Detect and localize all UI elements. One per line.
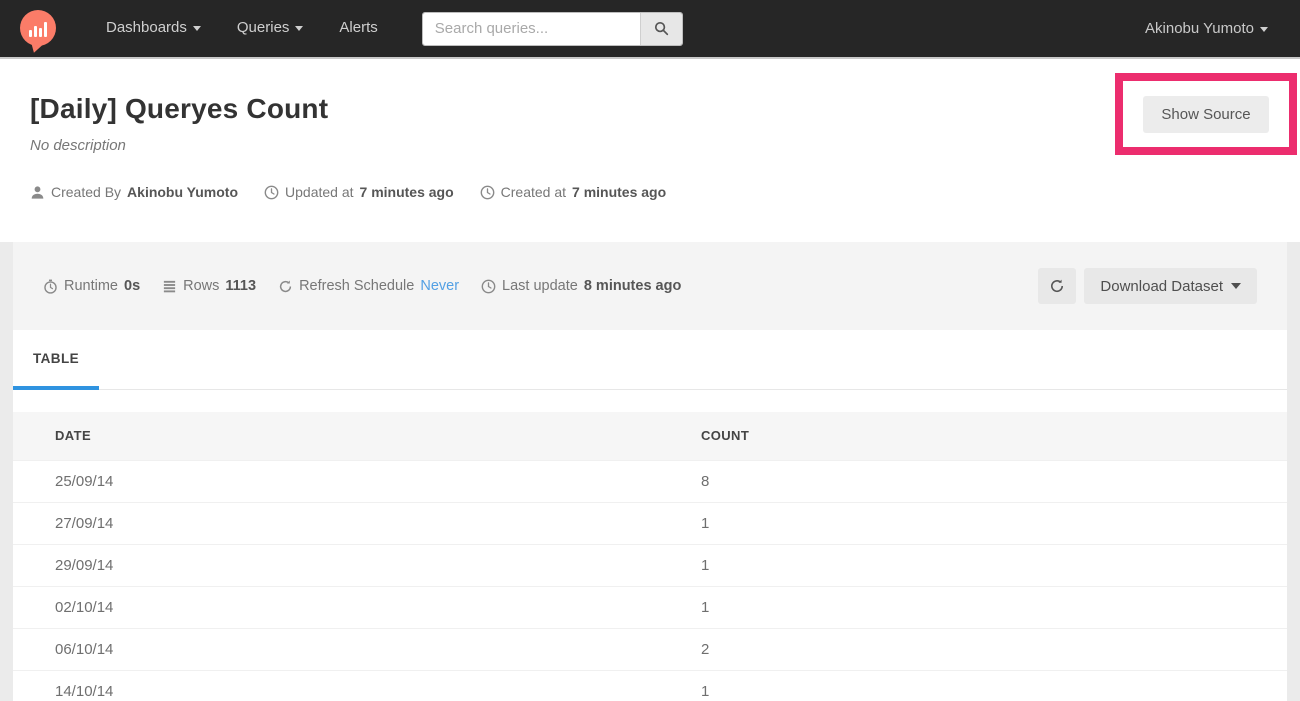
refresh-schedule-link[interactable]: Never — [420, 278, 459, 294]
download-dataset-button[interactable]: Download Dataset — [1084, 268, 1257, 304]
cell-date: 29/09/14 — [13, 543, 701, 586]
last-update-stat: Last update 8 minutes ago — [481, 278, 681, 294]
user-menu[interactable]: Akinobu Yumoto — [1145, 20, 1300, 37]
created-by: Created By Akinobu Yumoto — [30, 184, 238, 200]
rows-stat: Rows 1113 — [162, 278, 256, 294]
stats-panel: Runtime 0s Rows 1113 Refresh Schedule Ne… — [13, 242, 1287, 330]
query-metadata: Created By Akinobu Yumoto Updated at 7 m… — [30, 184, 1300, 200]
search-group — [421, 11, 683, 46]
table-row: 14/10/14 1 — [13, 669, 1287, 701]
created-at: Created at 7 minutes ago — [480, 184, 667, 200]
rows-value: 1113 — [225, 278, 257, 294]
redash-logo[interactable] — [20, 9, 58, 54]
clock-icon — [264, 185, 279, 200]
tab-table[interactable]: TABLE — [13, 330, 99, 390]
chevron-down-icon — [1260, 26, 1268, 32]
page-body: Runtime 0s Rows 1113 Refresh Schedule Ne… — [0, 242, 1300, 701]
stopwatch-icon — [43, 279, 58, 294]
nav-dashboards[interactable]: Dashboards — [88, 0, 219, 58]
annotation-highlight-box: Show Source — [1115, 73, 1297, 155]
table-row: 06/10/14 2 — [13, 627, 1287, 670]
table-row: 27/09/14 1 — [13, 501, 1287, 544]
nav-queries[interactable]: Queries — [219, 0, 322, 58]
clock-icon — [481, 279, 496, 294]
cell-count: 1 — [700, 501, 1287, 544]
table-row: 29/09/14 1 — [13, 543, 1287, 586]
refresh-schedule-stat: Refresh Schedule Never — [278, 278, 459, 294]
cell-count: 2 — [700, 627, 1287, 670]
show-source-button[interactable]: Show Source — [1143, 95, 1269, 133]
refresh-icon — [1049, 278, 1065, 294]
logo-chart-icon — [20, 9, 56, 46]
rows-icon — [162, 279, 177, 294]
cell-count: 1 — [700, 585, 1287, 628]
cell-count: 1 — [700, 543, 1287, 586]
search-icon — [654, 21, 669, 36]
table-header-row: DATE COUNT — [13, 412, 1287, 460]
page-title: [Daily] Queryes Count — [30, 93, 329, 124]
runtime-value: 0s — [124, 278, 141, 294]
search-button[interactable] — [639, 12, 682, 45]
user-icon — [30, 185, 45, 200]
column-header-date[interactable]: DATE — [13, 412, 701, 460]
runtime-stat: Runtime 0s — [43, 278, 140, 294]
cell-date: 02/10/14 — [13, 585, 701, 628]
search-input[interactable] — [422, 12, 640, 45]
query-description: No description — [30, 137, 126, 154]
results-table: DATE COUNT 25/09/14 8 27/09/14 1 29/09/14 1 02… — [13, 412, 1287, 701]
cell-count: 8 — [700, 459, 1287, 502]
results-tab-bar: TABLE — [13, 330, 1287, 390]
table-row: 25/09/14 8 — [13, 459, 1287, 502]
created-value: 7 minutes ago — [572, 184, 667, 200]
refresh-button[interactable] — [1038, 268, 1077, 304]
created-by-name: Akinobu Yumoto — [127, 184, 239, 200]
column-header-count[interactable]: COUNT — [700, 412, 1287, 460]
top-navbar: Dashboards Queries Alerts Akinobu Yumoto — [0, 0, 1300, 59]
chevron-down-icon — [192, 25, 201, 31]
refresh-icon — [278, 279, 293, 294]
cell-date: 14/10/14 — [13, 669, 701, 701]
query-header: [Daily] Queryes Count No description Cre… — [0, 59, 1300, 242]
table-row: 02/10/14 1 — [13, 585, 1287, 628]
results-table-wrap: DATE COUNT 25/09/14 8 27/09/14 1 29/09/14 1 02… — [13, 390, 1287, 701]
query-results-card: Runtime 0s Rows 1113 Refresh Schedule Ne… — [13, 242, 1287, 701]
clock-icon — [480, 185, 495, 200]
nav-alerts[interactable]: Alerts — [321, 0, 395, 58]
chevron-down-icon — [295, 25, 304, 31]
cell-date: 06/10/14 — [13, 627, 701, 670]
cell-count: 1 — [700, 669, 1287, 701]
chevron-down-icon — [1231, 283, 1241, 289]
last-update-value: 8 minutes ago — [583, 278, 682, 294]
updated-at: Updated at 7 minutes ago — [264, 184, 454, 200]
cell-date: 27/09/14 — [13, 501, 701, 544]
cell-date: 25/09/14 — [13, 459, 701, 502]
updated-value: 7 minutes ago — [359, 184, 454, 200]
